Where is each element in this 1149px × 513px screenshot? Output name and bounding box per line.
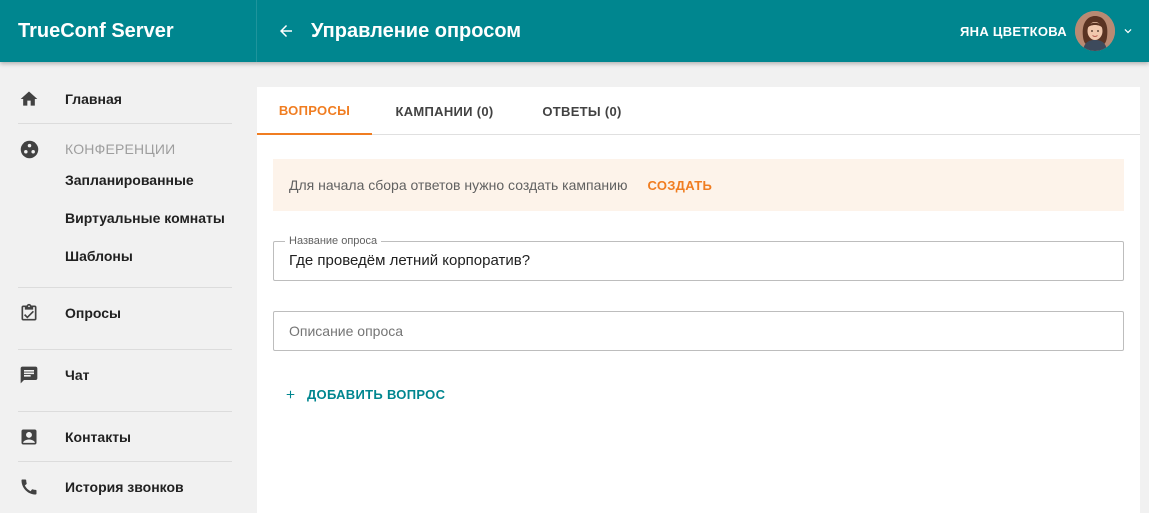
sidebar-item-contacts[interactable]: Контакты <box>0 424 257 450</box>
poll-name-input[interactable]: Где проведём летний корпоратив? <box>289 252 530 269</box>
avatar[interactable] <box>1075 11 1115 51</box>
poll-name-label: Название опроса <box>285 235 382 247</box>
chevron-down-icon[interactable] <box>1121 24 1135 38</box>
conferences-icon <box>18 138 40 160</box>
sidebar-divider <box>18 287 232 288</box>
poll-editor-card: ВОПРОСЫ КАМПАНИИ (0) ОТВЕТЫ (0) Для нача… <box>257 87 1140 513</box>
clipboard-check-icon <box>18 302 40 324</box>
chat-icon <box>18 364 40 386</box>
add-question-label: ДОБАВИТЬ ВОПРОС <box>307 387 446 402</box>
tab-answers[interactable]: ОТВЕТЫ (0) <box>532 87 632 135</box>
sidebar-item-home[interactable]: Главная <box>0 86 257 112</box>
add-question-button[interactable]: ДОБАВИТЬ ВОПРОС <box>283 387 445 402</box>
plus-icon <box>283 388 297 402</box>
poll-description-input[interactable]: Описание опроса <box>289 323 403 339</box>
sidebar-item-templates[interactable]: Шаблоны <box>65 248 133 264</box>
user-name: ЯНА ЦВЕТКОВА <box>959 23 1067 39</box>
notice-text: Для начала сбора ответов нужно создать к… <box>289 177 628 193</box>
sidebar-item-chat[interactable]: Чат <box>0 362 257 388</box>
sidebar-divider <box>18 349 232 350</box>
tab-bar: ВОПРОСЫ КАМПАНИИ (0) ОТВЕТЫ (0) <box>257 87 1140 135</box>
home-icon <box>18 88 40 110</box>
sidebar-item-polls[interactable]: Опросы <box>0 300 257 326</box>
sidebar-item-virtual-rooms[interactable]: Виртуальные комнаты <box>65 210 225 226</box>
sidebar-section-label: КОНФЕРЕНЦИИ <box>65 141 176 157</box>
phone-icon <box>18 476 40 498</box>
arrow-left-icon[interactable] <box>275 20 297 42</box>
brand-title[interactable]: TrueConf Server <box>0 0 257 62</box>
top-bar: TrueConf Server Управление опросом ЯНА Ц… <box>0 0 1149 62</box>
sidebar-item-label: Опросы <box>65 305 122 321</box>
sidebar: Главная КОНФЕРЕНЦИИ Запланированные Вирт… <box>0 62 257 513</box>
sidebar-item-scheduled[interactable]: Запланированные <box>65 172 194 188</box>
tab-campaigns[interactable]: КАМПАНИИ (0) <box>382 87 507 135</box>
create-campaign-button[interactable]: СОЗДАТЬ <box>647 178 712 193</box>
user-menu[interactable]: ЯНА ЦВЕТКОВА <box>960 0 1135 62</box>
sidebar-divider <box>18 123 232 124</box>
sidebar-item-label: Главная <box>65 91 122 107</box>
sidebar-item-label: Чат <box>65 367 90 383</box>
contact-card-icon <box>18 426 40 448</box>
campaign-notice: Для начала сбора ответов нужно создать к… <box>273 159 1124 211</box>
sidebar-item-call-history[interactable]: История звонков <box>0 474 257 500</box>
sidebar-item-label: История звонков <box>65 479 184 495</box>
sidebar-divider <box>18 411 232 412</box>
sidebar-divider <box>18 461 232 462</box>
poll-description-field[interactable]: Описание опроса <box>273 311 1124 351</box>
sidebar-section-conferences: КОНФЕРЕНЦИИ <box>0 136 257 162</box>
tab-questions[interactable]: ВОПРОСЫ <box>257 87 372 135</box>
poll-name-field[interactable]: Название опроса Где проведём летний корп… <box>273 235 1124 281</box>
sidebar-item-label: Контакты <box>65 429 132 445</box>
page-title: Управление опросом <box>311 19 522 42</box>
